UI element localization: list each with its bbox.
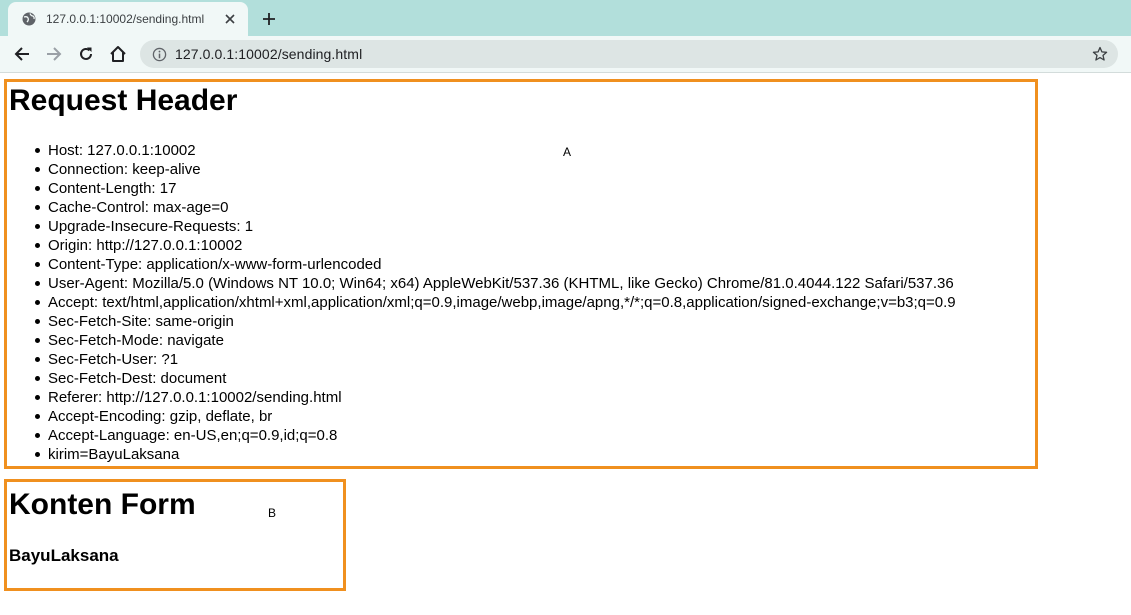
header-list-item: Sec-Fetch-Mode: navigate (35, 331, 956, 350)
header-list-item: kirim=BayuLaksana (35, 445, 956, 464)
header-list-item: Sec-Fetch-Site: same-origin (35, 312, 956, 331)
browser-tab[interactable]: 127.0.0.1:10002/sending.html (8, 2, 248, 36)
url-text[interactable]: 127.0.0.1:10002/sending.html (175, 46, 362, 62)
header-list-item: Accept-Language: en-US,en;q=0.9,id;q=0.8 (35, 426, 956, 445)
header-list-item: Host: 127.0.0.1:10002 (35, 141, 956, 160)
header-list-item: Accept: text/html,application/xhtml+xml,… (35, 293, 956, 312)
header-list-item: Referer: http://127.0.0.1:10002/sending.… (35, 388, 956, 407)
header-list-item: Upgrade-Insecure-Requests: 1 (35, 217, 956, 236)
plus-icon[interactable] (258, 8, 280, 30)
header-list-item: Content-Length: 17 (35, 179, 956, 198)
header-list-item: Cache-Control: max-age=0 (35, 198, 956, 217)
form-value: BayuLaksana (9, 546, 119, 565)
header-list-item: Content-Type: application/x-www-form-url… (35, 255, 956, 274)
header-list-item: Sec-Fetch-User: ?1 (35, 350, 956, 369)
header-list-item: Sec-Fetch-Dest: document (35, 369, 956, 388)
close-icon[interactable] (222, 11, 238, 27)
address-bar[interactable]: 127.0.0.1:10002/sending.html (140, 40, 1118, 68)
browser-toolbar: 127.0.0.1:10002/sending.html (0, 36, 1131, 73)
forward-arrow-icon[interactable] (42, 42, 66, 66)
header-list-item: Origin: http://127.0.0.1:10002 (35, 236, 956, 255)
box-label-b: B (268, 506, 277, 520)
form-content-heading: Konten Form (9, 488, 196, 521)
header-list-item: User-Agent: Mozilla/5.0 (Windows NT 10.0… (35, 274, 956, 293)
info-icon[interactable] (151, 46, 167, 62)
tab-strip: 127.0.0.1:10002/sending.html (0, 0, 1131, 36)
home-icon[interactable] (106, 42, 130, 66)
header-list-item: Accept-Encoding: gzip, deflate, br (35, 407, 956, 426)
reload-icon[interactable] (74, 42, 98, 66)
tab-title: 127.0.0.1:10002/sending.html (46, 12, 205, 26)
request-header-heading: Request Header (9, 84, 238, 117)
header-list-item: Connection: keep-alive (35, 160, 956, 179)
globe-icon (21, 11, 37, 27)
back-arrow-icon[interactable] (10, 42, 34, 66)
star-icon[interactable] (1092, 46, 1108, 62)
request-header-list: Host: 127.0.0.1:10002 Connection: keep-al… (35, 141, 956, 464)
